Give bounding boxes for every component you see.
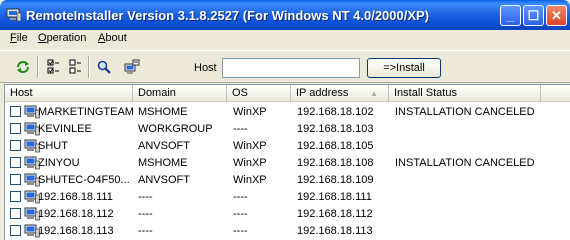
cell-ip-address: 192.168.18.113 xyxy=(297,225,373,237)
table-row[interactable]: ZINYOU MSHOME WinXP 192.168.18.108 INSTALLAT… xyxy=(5,155,570,171)
app-icon xyxy=(6,8,22,22)
cell-domain: ANVSOFT xyxy=(138,174,190,186)
cell-domain: ANVSOFT xyxy=(138,140,190,152)
toolbar-separator xyxy=(88,56,90,78)
cell-host: KEVINLEE xyxy=(38,123,92,135)
select-all-icon xyxy=(47,59,59,74)
cell-os: WinXP xyxy=(233,174,267,186)
table-row[interactable]: 192.168.18.113 ---- ---- 192.168.18.113 xyxy=(5,223,570,239)
row-checkbox[interactable] xyxy=(10,191,21,202)
cell-ip-address: 192.168.18.108 xyxy=(297,157,374,169)
cell-install-status: INSTALLATION CANCELED xyxy=(395,106,535,118)
cell-host: SHUT xyxy=(38,140,68,152)
cell-ip-address: 192.168.18.105 xyxy=(297,140,374,152)
column-header-host[interactable]: Host xyxy=(5,85,133,102)
menu-file[interactable]: File xyxy=(10,32,28,44)
row-checkbox[interactable] xyxy=(10,174,21,185)
cell-host: SHUTEC-O4F50... xyxy=(38,174,130,186)
row-checkbox[interactable] xyxy=(10,208,21,219)
install-button[interactable]: =>Install xyxy=(367,58,441,78)
cell-ip-address: 192.168.18.109 xyxy=(297,174,374,186)
cell-domain: ---- xyxy=(138,225,153,237)
refresh-button[interactable] xyxy=(12,56,34,78)
close-button[interactable]: ✕ xyxy=(546,5,567,26)
cell-host: 192.168.18.111 xyxy=(38,191,113,203)
cell-domain: ---- xyxy=(138,191,153,203)
cell-os: ---- xyxy=(233,208,248,220)
search-icon xyxy=(97,60,111,74)
table-row[interactable]: 192.168.18.112 ---- ---- 192.168.18.112 xyxy=(5,206,570,222)
cell-host: 192.168.18.112 xyxy=(38,208,114,220)
cell-host: 192.168.18.113 xyxy=(38,225,114,237)
row-checkbox[interactable] xyxy=(10,106,21,117)
menu-bar: File Operation About xyxy=(0,30,570,49)
cell-os: ---- xyxy=(233,191,248,203)
maximize-icon: ☐ xyxy=(527,8,540,23)
column-header-domain[interactable]: Domain xyxy=(133,85,227,102)
cell-ip-address: 192.168.18.103 xyxy=(297,123,374,135)
toolbar: Host =>Install xyxy=(0,50,570,83)
cell-host: MARKETINGTEAM xyxy=(38,106,134,118)
cell-os: WinXP xyxy=(233,106,267,118)
cell-ip-address: 192.168.18.112 xyxy=(297,208,373,220)
close-icon: ✕ xyxy=(551,8,562,23)
cell-domain: ---- xyxy=(138,208,153,220)
host-input[interactable] xyxy=(222,58,360,78)
host-label: Host xyxy=(194,62,217,74)
column-header-os[interactable]: OS xyxy=(227,85,291,102)
computer-properties-button[interactable] xyxy=(121,56,143,78)
deselect-all-icon xyxy=(69,59,81,74)
cell-install-status: INSTALLATION CANCELED xyxy=(395,157,535,169)
table-row[interactable]: MARKETINGTEAM MSHOME WinXP 192.168.18.102 IN… xyxy=(5,104,570,120)
cell-host: ZINYOU xyxy=(38,157,80,169)
computer-list: Host Domain OS IP address ▲ Install Stat… xyxy=(4,84,570,240)
search-button[interactable] xyxy=(93,56,115,78)
cell-os: ---- xyxy=(233,123,248,135)
cell-os: ---- xyxy=(233,225,248,237)
toolbar-separator xyxy=(37,56,39,78)
cell-domain: MSHOME xyxy=(138,106,188,118)
table-row[interactable]: KEVINLEE WORKGROUP ---- 192.168.18.103 xyxy=(5,121,570,137)
cell-domain: MSHOME xyxy=(138,157,188,169)
select-all-button[interactable] xyxy=(42,56,64,78)
window-title: RemoteInstaller Version 3.1.8.2527 (For … xyxy=(26,8,430,23)
sort-ascending-icon: ▲ xyxy=(370,89,378,98)
table-row[interactable]: SHUTEC-O4F50... ANVSOFT WinXP 192.168.18.10… xyxy=(5,172,570,188)
minimize-button[interactable]: _ xyxy=(500,5,521,26)
remote-installer-window: RemoteInstaller Version 3.1.8.2527 (For … xyxy=(0,0,570,240)
computer-properties-icon xyxy=(124,59,140,74)
row-checkbox[interactable] xyxy=(10,225,21,236)
column-header-filler xyxy=(541,85,570,102)
column-header-install-status[interactable]: Install Status xyxy=(389,85,541,102)
table-row[interactable]: SHUT ANVSOFT WinXP 192.168.18.105 xyxy=(5,138,570,154)
cell-os: WinXP xyxy=(233,157,267,169)
title-bar[interactable]: RemoteInstaller Version 3.1.8.2527 (For … xyxy=(0,0,570,30)
row-checkbox[interactable] xyxy=(10,157,21,168)
cell-ip-address: 192.168.18.102 xyxy=(297,106,374,118)
cell-ip-address: 192.168.18.111 xyxy=(297,191,372,203)
column-header-ip-address[interactable]: IP address ▲ xyxy=(291,85,389,102)
row-checkbox[interactable] xyxy=(10,123,21,134)
deselect-all-button[interactable] xyxy=(64,56,86,78)
list-header: Host Domain OS IP address ▲ Install Stat… xyxy=(5,85,570,102)
menu-about[interactable]: About xyxy=(98,32,127,44)
row-checkbox[interactable] xyxy=(10,140,21,151)
minimize-icon: _ xyxy=(506,8,515,23)
refresh-icon xyxy=(17,61,29,73)
cell-os: WinXP xyxy=(233,140,267,152)
table-row[interactable]: 192.168.18.111 ---- ---- 192.168.18.111 xyxy=(5,189,570,205)
maximize-button[interactable]: ☐ xyxy=(523,5,544,26)
cell-domain: WORKGROUP xyxy=(138,123,213,135)
menu-operation[interactable]: Operation xyxy=(38,32,86,44)
